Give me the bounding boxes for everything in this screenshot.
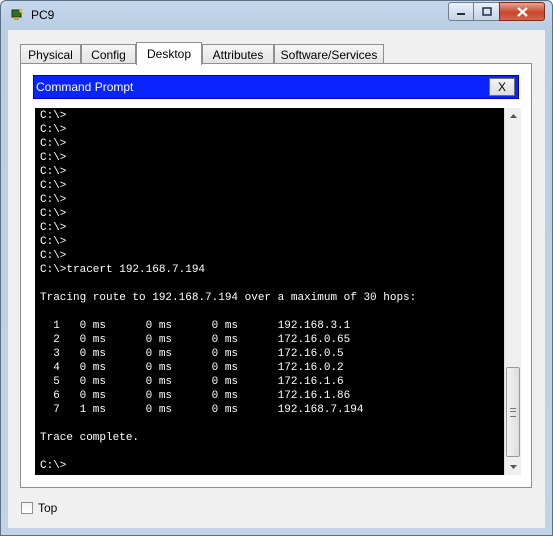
top-checkbox-label[interactable]: Top xyxy=(38,501,57,515)
maximize-icon xyxy=(481,7,492,16)
terminal-line: C:\> xyxy=(40,460,67,472)
scroll-up-arrow-icon xyxy=(509,114,517,118)
terminal-line: C:\> xyxy=(40,138,67,150)
terminal-line: C:\> xyxy=(40,208,67,220)
terminal-line: 4 0 ms 0 ms 0 ms 172.16.0.2 xyxy=(40,362,344,374)
desktop-panel: Command Prompt X C:\> C:\> C:\> C:\> C:\> C:\… xyxy=(20,63,532,488)
title-bar[interactable]: PC9 xyxy=(1,1,552,29)
command-prompt-title: Command Prompt xyxy=(36,80,134,94)
scroll-grip-icon xyxy=(510,407,516,417)
terminal-line: 1 0 ms 0 ms 0 ms 192.168.3.1 xyxy=(40,320,351,332)
terminal-line: C:\> xyxy=(40,250,67,262)
terminal-line: C:\> xyxy=(40,180,67,192)
tab-software-services[interactable]: Software/Services xyxy=(274,44,384,64)
tab-config[interactable]: Config xyxy=(81,44,136,64)
terminal-line: 6 0 ms 0 ms 0 ms 172.16.1.86 xyxy=(40,390,351,402)
terminal-line: C:\> xyxy=(40,152,67,164)
window-title: PC9 xyxy=(31,8,55,22)
close-icon xyxy=(516,6,528,17)
tab-desktop[interactable]: Desktop xyxy=(136,42,202,65)
minimize-icon xyxy=(457,12,465,15)
terminal-line: C:\> xyxy=(40,222,67,234)
scroll-up-button[interactable] xyxy=(505,108,521,124)
terminal-line: 7 1 ms 0 ms 0 ms 192.168.7.194 xyxy=(40,404,364,416)
terminal-line: C:\> xyxy=(40,236,67,248)
top-checkbox[interactable] xyxy=(21,502,33,514)
terminal-line: C:\>tracert 192.168.7.194 xyxy=(40,264,206,276)
terminal-line: 5 0 ms 0 ms 0 ms 172.16.1.6 xyxy=(40,376,344,388)
window-client-area: Physical Config Desktop Attributes Softw… xyxy=(8,30,545,528)
terminal-line: Tracing route to 192.168.7.194 over a ma… xyxy=(40,292,417,304)
tab-physical[interactable]: Physical xyxy=(20,44,81,64)
app-window: PC9 Physical Config Desktop Attributes S… xyxy=(0,0,553,536)
command-prompt-header: Command Prompt X xyxy=(33,75,519,99)
packet-tracer-pc-icon xyxy=(11,9,24,20)
top-option: Top xyxy=(21,500,57,516)
terminal-scrollbar[interactable] xyxy=(504,108,521,475)
tab-attributes[interactable]: Attributes xyxy=(202,44,274,64)
terminal-lines: C:\> C:\> C:\> C:\> C:\> C:\> C:\> C:\> C:\> C:\>… xyxy=(40,109,416,473)
terminal-line: 3 0 ms 0 ms 0 ms 172.16.0.5 xyxy=(40,348,344,360)
maximize-button[interactable] xyxy=(473,2,500,21)
terminal-line: Trace complete. xyxy=(40,432,140,444)
scroll-thumb[interactable] xyxy=(506,367,520,457)
scroll-down-arrow-icon xyxy=(509,465,517,469)
terminal-line: C:\> xyxy=(40,194,67,206)
command-prompt-close-button[interactable]: X xyxy=(489,78,515,96)
scroll-down-button[interactable] xyxy=(505,459,521,475)
terminal-line: 2 0 ms 0 ms 0 ms 172.16.0.65 xyxy=(40,334,351,346)
terminal-line: C:\> xyxy=(40,166,67,178)
terminal-output[interactable]: C:\> C:\> C:\> C:\> C:\> C:\> C:\> C:\> C:\> C:\>… xyxy=(35,108,504,475)
minimize-button[interactable] xyxy=(448,2,474,21)
close-window-button[interactable] xyxy=(499,2,545,21)
terminal-line: C:\> xyxy=(40,124,67,136)
terminal-line: C:\> xyxy=(40,110,67,122)
